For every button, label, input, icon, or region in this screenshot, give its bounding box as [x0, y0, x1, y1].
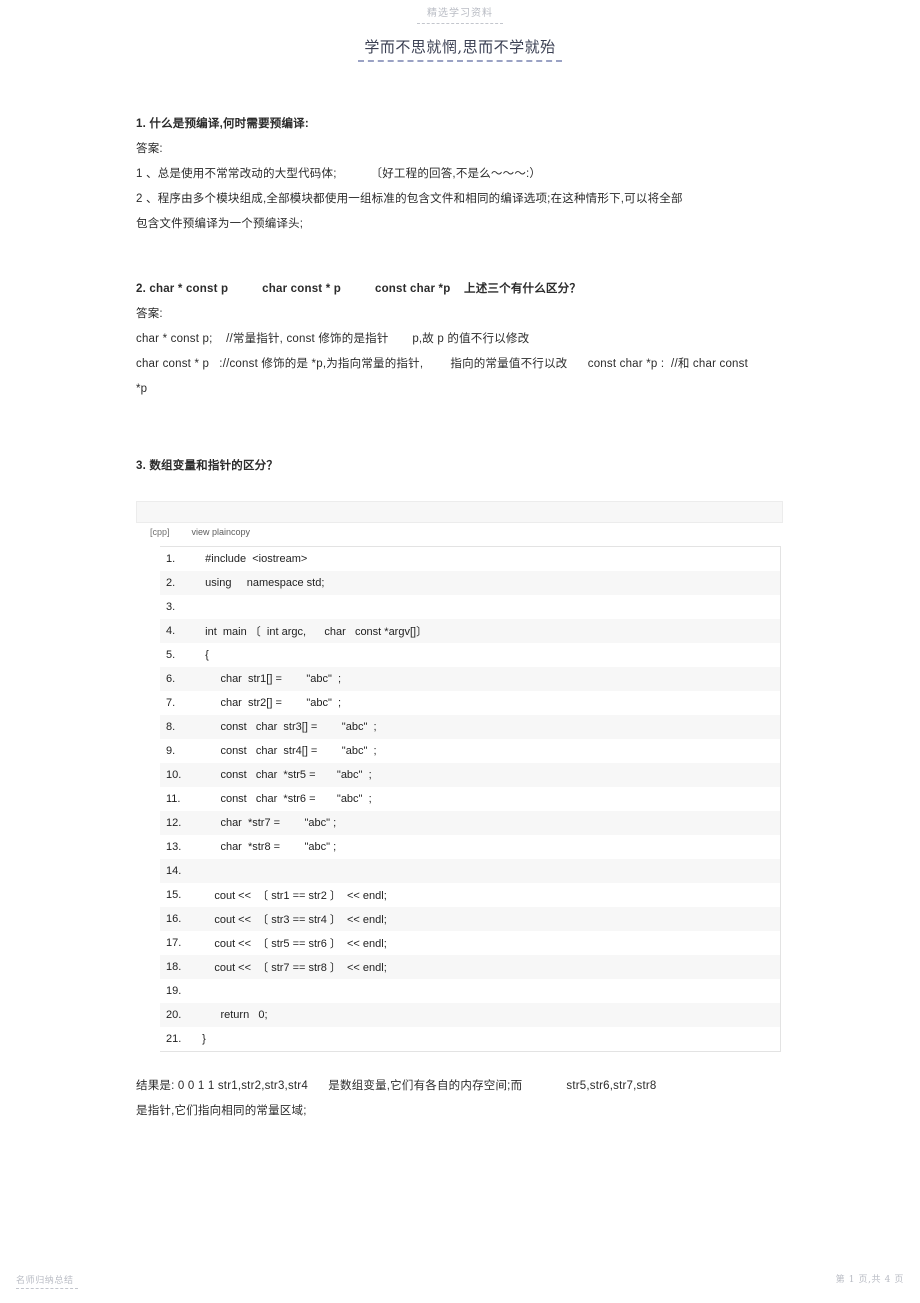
watermark-header: 精选学习资料: [0, 8, 920, 24]
q1-answer-label: 答案:: [136, 143, 163, 155]
code-line-number: 3.: [166, 601, 176, 613]
code-line-number: 18.: [166, 961, 182, 973]
code-line: 10. const char *str5 = "abc" ;: [160, 763, 780, 787]
q1-answer-line-3: 包含文件预编译为一个预编译头;: [136, 218, 304, 230]
code-language-label: [cpp]: [150, 527, 170, 537]
document-body: 1. 什么是预编译,何时需要预编译: 答案: 1 、总是使用不常常改动的大型代码…: [136, 112, 788, 479]
code-line-number: 4.: [166, 625, 176, 637]
code-line: 9. const char str4[] = "abc" ;: [160, 739, 780, 763]
code-line-text: const char str3[] = "abc" ;: [196, 721, 377, 733]
code-line-number: 16.: [166, 913, 182, 925]
watermark-footer-left: 名师归纳总结: [16, 1276, 74, 1286]
code-line-text: char str2[] = "abc" ;: [196, 697, 342, 709]
document-page: 精选学习资料 学而不思就惘,思而不学就殆 1. 什么是预编译,何时需要预编译: …: [0, 0, 920, 1303]
code-line-text: #include <iostream>: [196, 553, 308, 565]
watermark-footer-divider: [16, 1288, 78, 1289]
code-line: 4. int main 〔 int argc, char const *argv…: [160, 619, 780, 643]
code-line-number: 10.: [166, 769, 182, 781]
q1-question: 1. 什么是预编译,何时需要预编译:: [136, 118, 309, 130]
code-toolbar: [cpp] view plaincopy: [136, 501, 783, 537]
code-line-number: 21.: [166, 1033, 182, 1045]
q1-answer-line-1: 1 、总是使用不常常改动的大型代码体; 〔好工程的回答,不是么～～～:）: [136, 168, 542, 180]
code-line-text: cout << 〔 str7 == str8 〕 << endl;: [196, 962, 387, 974]
page-title: 学而不思就惘,思而不学就殆: [358, 36, 562, 62]
code-line-number: 8.: [166, 721, 176, 733]
code-line-number: 6.: [166, 673, 176, 685]
code-line-text: const char *str5 = "abc" ;: [196, 769, 372, 781]
code-line: 14.: [160, 859, 780, 883]
code-line-text: char *str8 = "abc" ;: [196, 841, 337, 853]
code-line-text: cout << 〔 str5 == str6 〕 << endl;: [196, 938, 387, 950]
section-q2: 2. char * const p char const * p const c…: [136, 277, 788, 402]
code-line-number: 17.: [166, 937, 182, 949]
code-line: 16. cout << 〔 str3 == str4 〕 << endl;: [160, 907, 780, 931]
code-block: 1. #include <iostream> 2. using namespace…: [160, 546, 781, 1052]
page-title-wrap: 学而不思就惘,思而不学就殆: [0, 36, 920, 62]
code-line-text: cout << 〔 str3 == str4 〕 << endl;: [196, 914, 387, 926]
code-line-number: 12.: [166, 817, 182, 829]
code-line-number: 20.: [166, 1009, 182, 1021]
code-line-text: char str1[] = "abc" ;: [196, 673, 342, 685]
code-line-number: 13.: [166, 841, 182, 853]
q3-conclusion-line-1: 结果是: 0 0 1 1 str1,str2,str3,str4 是数组变量,它…: [136, 1080, 657, 1092]
code-line: 3.: [160, 595, 780, 619]
code-line-number: 9.: [166, 745, 176, 757]
code-line-text: return 0;: [196, 1009, 268, 1021]
q2-answer-line-1: char * const p; //常量指针, const 修饰的是指针 p,故…: [136, 333, 530, 345]
code-line-text: }: [196, 1033, 206, 1045]
code-line-text: char *str7 = "abc" ;: [196, 817, 337, 829]
page-number: 第 1 页,共 4 页: [835, 1275, 904, 1285]
watermark-header-text: 精选学习资料: [427, 8, 493, 19]
code-line-number: 15.: [166, 889, 182, 901]
watermark-footer-left-wrap: 名师归纳总结: [16, 1273, 78, 1289]
code-line-number: 19.: [166, 985, 182, 997]
code-line-number: 5.: [166, 649, 176, 661]
section-q1: 1. 什么是预编译,何时需要预编译: 答案: 1 、总是使用不常常改动的大型代码…: [136, 112, 788, 237]
code-line-text: const char str4[] = "abc" ;: [196, 745, 377, 757]
code-line: 13. char *str8 = "abc" ;: [160, 835, 780, 859]
q2-question: 2. char * const p char const * p const c…: [136, 283, 582, 295]
q3-conclusion: 结果是: 0 0 1 1 str1,str2,str3,str4 是数组变量,它…: [136, 1074, 788, 1124]
code-line: 8. const char str3[] = "abc" ;: [160, 715, 780, 739]
view-plaincopy-button[interactable]: view plaincopy: [170, 527, 251, 537]
section-q3: 3. 数组变量和指针的区分？: [136, 454, 788, 479]
code-line-number: 14.: [166, 865, 182, 877]
q2-answer-line-2: char const * p ://const 修饰的是 *p,为指向常量的指针…: [136, 358, 748, 370]
code-line: 11. const char *str6 = "abc" ;: [160, 787, 780, 811]
code-line-number: 11.: [166, 793, 181, 805]
code-line: 17. cout << 〔 str5 == str6 〕 << endl;: [160, 931, 780, 955]
watermark-header-divider: [417, 23, 503, 24]
q2-answer-line-3: *p: [136, 383, 148, 395]
code-line: 7. char str2[] = "abc" ;: [160, 691, 780, 715]
q2-answer-label: 答案:: [136, 308, 163, 320]
code-line-text: {: [196, 649, 209, 661]
code-line-text: using namespace std;: [196, 577, 325, 589]
code-line-text: const char *str6 = "abc" ;: [196, 793, 372, 805]
code-line: 2. using namespace std;: [160, 571, 780, 595]
code-line: 1. #include <iostream>: [160, 547, 780, 571]
page-footer: 名师归纳总结 第 1 页,共 4 页: [0, 1263, 920, 1297]
code-line-number: 2.: [166, 577, 176, 589]
code-line: 21. }: [160, 1027, 780, 1051]
code-line: 15. cout << 〔 str1 == str2 〕 << endl;: [160, 883, 780, 907]
code-line: 19.: [160, 979, 780, 1003]
code-line: 5. {: [160, 643, 780, 667]
code-line: 6. char str1[] = "abc" ;: [160, 667, 780, 691]
code-line-text: int main 〔 int argc, char const *argv[]〕: [196, 626, 428, 638]
spacer-2b: [136, 442, 788, 454]
code-line-number: 1.: [166, 553, 176, 565]
q3-conclusion-line-2: 是指针,它们指向相同的常量区域;: [136, 1105, 307, 1117]
code-line-text: cout << 〔 str1 == str2 〕 << endl;: [196, 890, 387, 902]
code-line: 20. return 0;: [160, 1003, 780, 1027]
code-line: 18. cout << 〔 str7 == str8 〕 << endl;: [160, 955, 780, 979]
code-line: 12. char *str7 = "abc" ;: [160, 811, 780, 835]
q3-question: 3. 数组变量和指针的区分？: [136, 460, 279, 472]
q1-answer-line-2: 2 、程序由多个模块组成,全部模块都使用一组标准的包含文件和相同的编译选项;在这…: [136, 193, 683, 205]
code-line-number: 7.: [166, 697, 176, 709]
